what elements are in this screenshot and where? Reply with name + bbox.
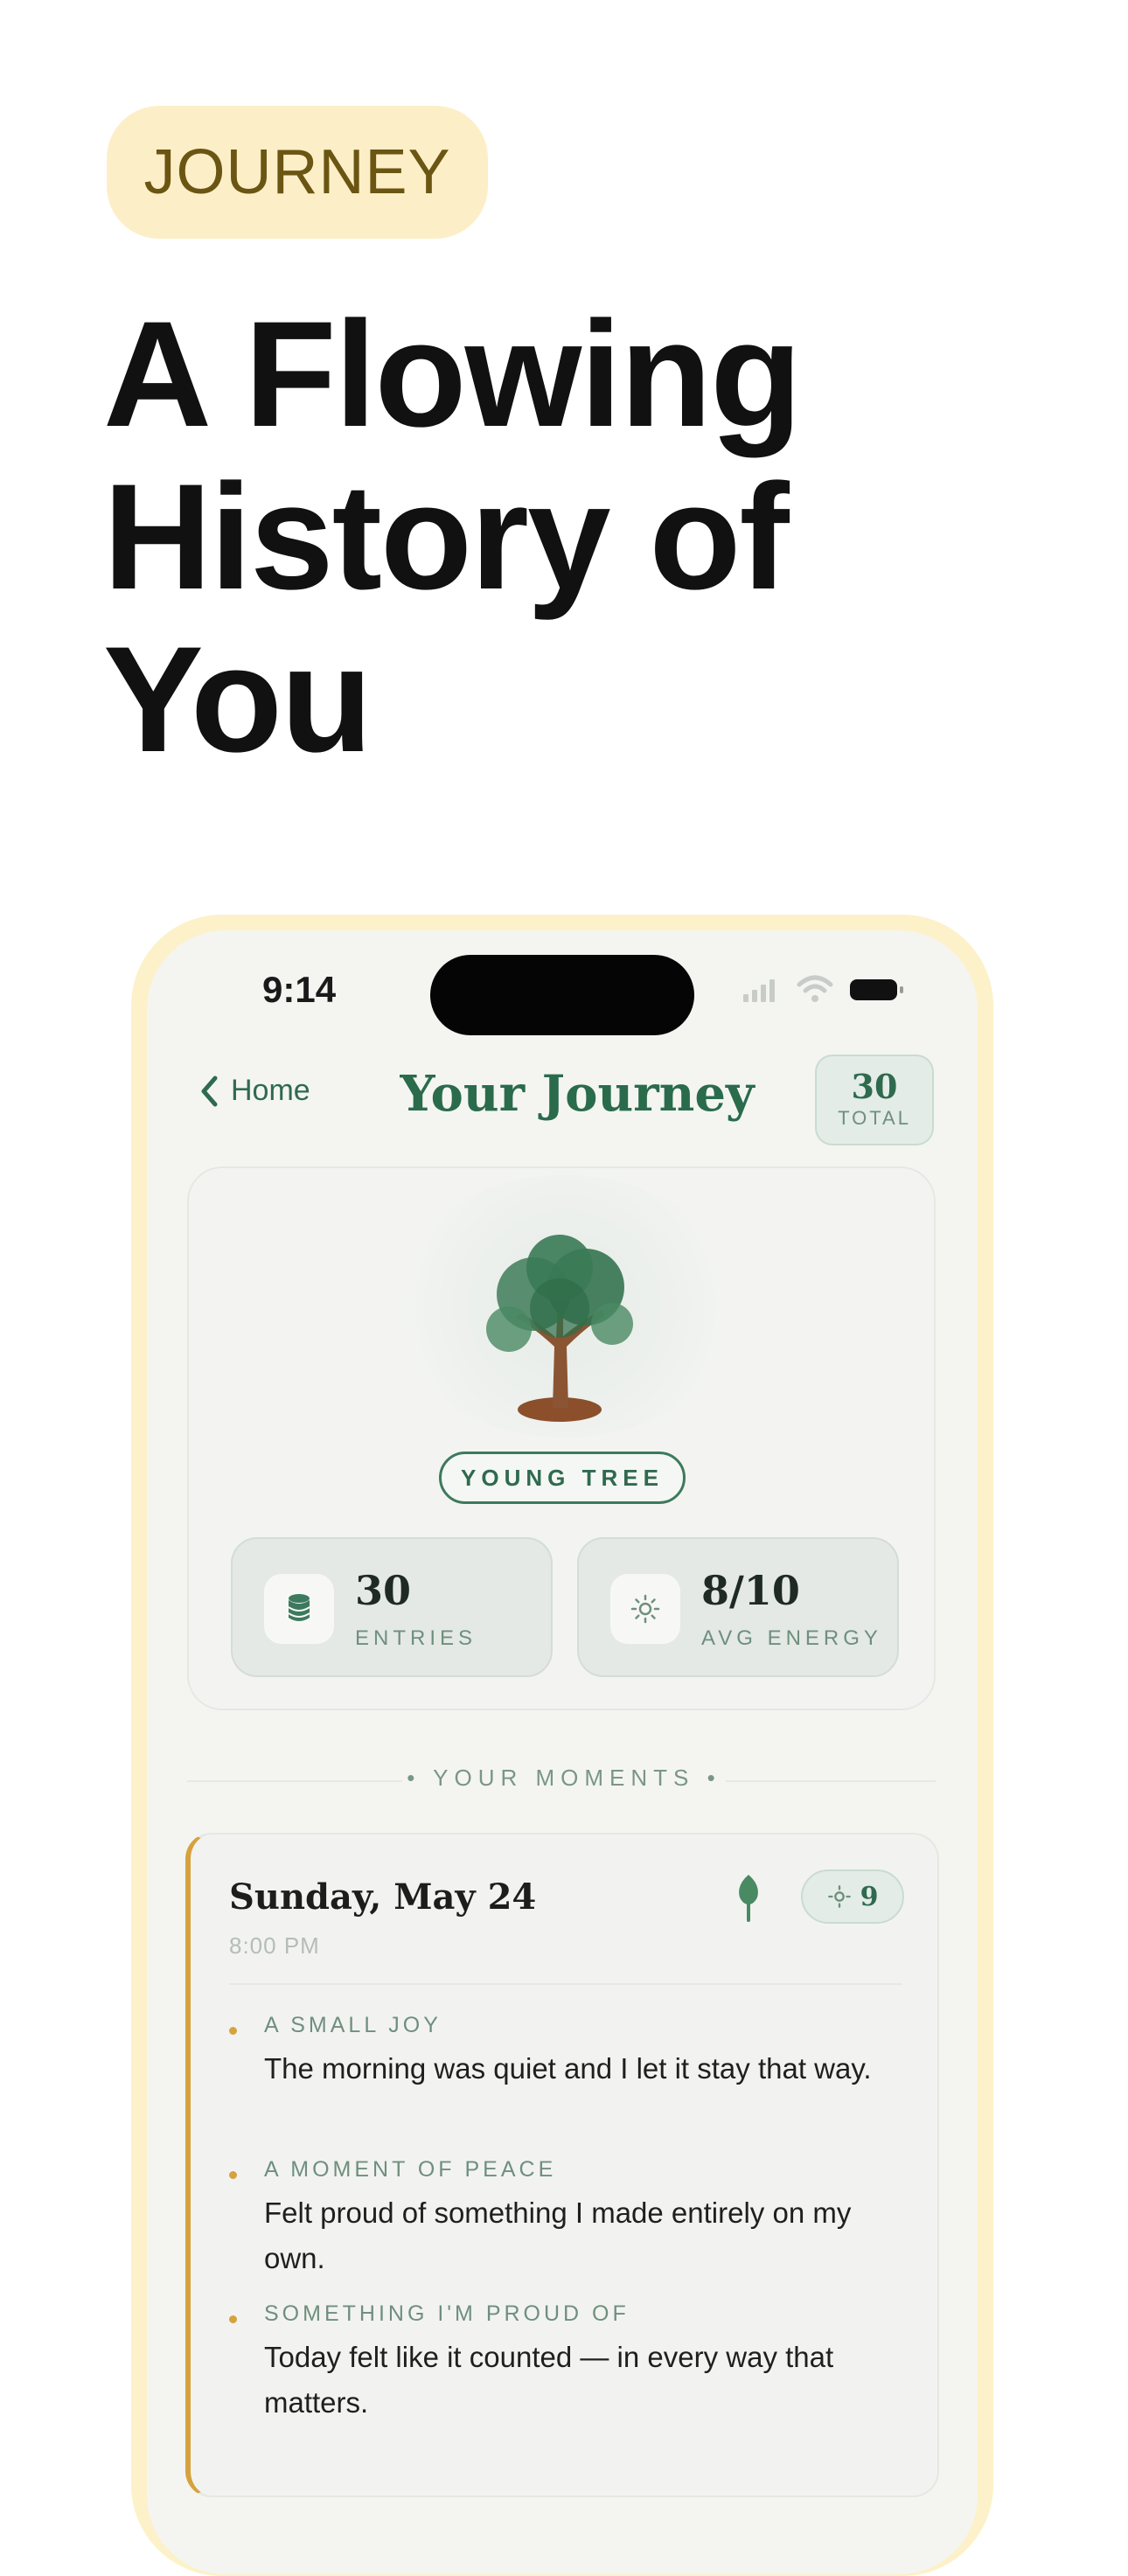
moment-text: Felt proud of something I made entirely … (264, 2197, 852, 2274)
entry-time: 8:00 PM (229, 1932, 320, 1959)
divider (229, 1983, 902, 1985)
dynamic-island (430, 955, 694, 1035)
bullet (229, 2315, 237, 2323)
bullet (229, 2027, 237, 2035)
battery-icon (850, 979, 903, 1000)
moment-text: The morning was quiet and I let it stay … (264, 2052, 872, 2085)
entries-value: 30 (355, 1567, 412, 1614)
avg-energy-value: 8/10 (701, 1567, 800, 1614)
phone-screen: 9:14 Home Your Journey 30 TOTAL YOUNG TR… (147, 930, 978, 2574)
moments-section-header: • YOUR MOMENTS • (407, 1765, 721, 1791)
chevron-left-icon (201, 1076, 218, 1106)
total-label: TOTAL (838, 1107, 911, 1129)
entry-energy-value: 9 (860, 1881, 879, 1912)
moment-text: Today felt like it counted — in every wa… (264, 2341, 834, 2419)
entries-stat: 30 ENTRIES (231, 1537, 553, 1677)
entry-date: Sunday, May 24 (229, 1876, 537, 1918)
total-count-badge: 30 TOTAL (815, 1055, 934, 1145)
status-time: 9:14 (262, 969, 337, 1010)
sun-icon (610, 1574, 680, 1644)
page-title: Your Journey (400, 1065, 755, 1123)
moment-category: A MOMENT OF PEACE (264, 2157, 557, 2182)
tree-stage-label: YOUNG TREE (439, 1452, 686, 1504)
divider (726, 1780, 936, 1782)
wifi-icon (797, 975, 833, 1002)
headline-line: A Flowing (103, 290, 802, 458)
back-label: Home (231, 1074, 310, 1107)
sapling-icon (739, 1875, 758, 1922)
entry-energy-badge: 9 (801, 1869, 904, 1924)
section-badge: JOURNEY (107, 106, 488, 239)
page-headline: A Flowing History of You (103, 293, 1065, 781)
tree-illustration (486, 1235, 633, 1422)
total-count: 30 (851, 1067, 898, 1106)
signal-icon (743, 979, 775, 1002)
moment-category: A SMALL JOY (264, 2013, 442, 2037)
sun-icon (827, 1885, 851, 1908)
database-icon (264, 1574, 334, 1644)
divider (187, 1780, 402, 1782)
entries-label: ENTRIES (355, 1626, 477, 1650)
avg-energy-label: AVG ENERGY (701, 1626, 882, 1650)
headline-line: You (103, 616, 373, 783)
headline-line: History of (103, 453, 790, 621)
moment-category: SOMETHING I'M PROUD OF (264, 2301, 630, 2326)
back-button[interactable]: Home (199, 1074, 310, 1108)
avg-energy-stat: 8/10 AVG ENERGY (577, 1537, 899, 1677)
bullet (229, 2171, 237, 2179)
